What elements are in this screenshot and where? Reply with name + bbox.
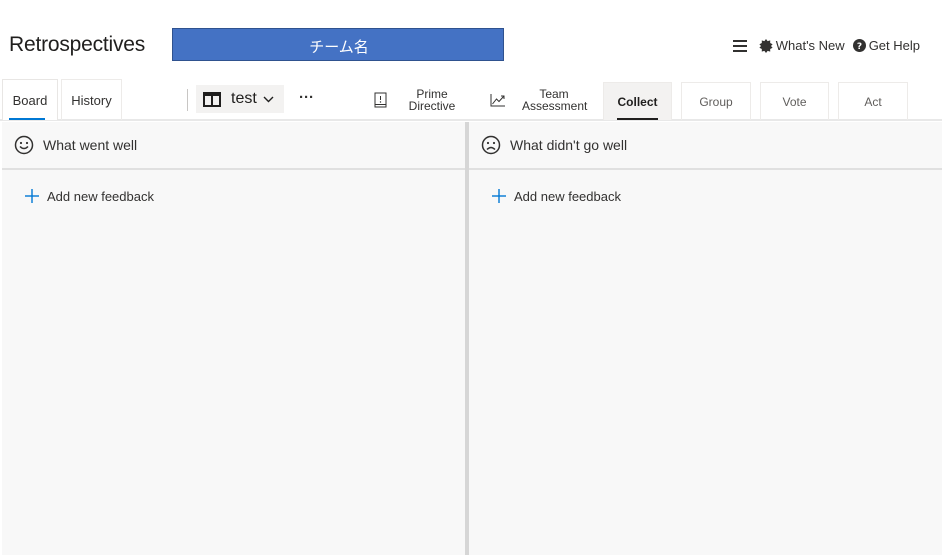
get-help-label: Get Help — [868, 38, 920, 53]
app-title: Retrospectives — [9, 33, 146, 56]
board-selector-value: test — [231, 90, 257, 107]
tab-history[interactable]: History — [61, 79, 122, 120]
prime-directive-label: Prime Directive — [407, 88, 457, 112]
frown-icon — [481, 135, 501, 155]
svg-text:?: ? — [857, 42, 862, 52]
book-icon — [374, 92, 387, 108]
team-name-bar[interactable]: チーム名 — [172, 28, 504, 61]
phase-act-tab[interactable]: Act — [838, 82, 908, 120]
phase-vote-label: Vote — [782, 94, 807, 109]
team-assessment-button[interactable]: Team Assessment — [490, 84, 588, 116]
more-options-button[interactable]: ··· — [299, 89, 314, 106]
gift-icon — [759, 38, 773, 53]
column-title: What didn't go well — [510, 137, 628, 153]
plus-icon — [25, 189, 39, 203]
board-selector-dropdown[interactable]: test — [196, 85, 284, 113]
tab-history-label: History — [71, 92, 112, 108]
team-name-label: チーム名 — [309, 38, 369, 56]
column-header: What didn't go well — [469, 122, 942, 170]
header-actions: What's New ? Get Help — [732, 38, 920, 53]
feedback-columns: What went well Add new feedback What did… — [2, 122, 942, 555]
column-header: What went well — [2, 122, 465, 170]
phase-group-tab[interactable]: Group — [681, 82, 751, 120]
phase-act-label: Act — [864, 94, 882, 109]
phase-collect-label: Collect — [617, 94, 658, 109]
column-title: What went well — [43, 137, 138, 153]
add-feedback-button[interactable]: Add new feedback — [491, 188, 631, 204]
prime-directive-button[interactable]: Prime Directive — [374, 84, 457, 116]
title-bar: Retrospectives チーム名 What's New ? Get Hel… — [0, 0, 942, 78]
tab-board-label: Board — [12, 92, 48, 108]
whats-new-link[interactable]: What's New — [759, 38, 845, 53]
toolbar: Board History test ··· Prime Directive T… — [0, 78, 942, 121]
add-feedback-button[interactable]: Add new feedback — [24, 188, 164, 204]
board-layout-icon — [203, 91, 221, 107]
add-feedback-label: Add new feedback — [47, 188, 154, 204]
tab-board[interactable]: Board — [2, 79, 58, 120]
phase-group-label: Group — [699, 94, 733, 109]
hamburger-menu-icon[interactable] — [732, 39, 747, 52]
plus-icon — [492, 189, 506, 203]
chevron-down-icon — [263, 96, 274, 102]
chart-line-icon — [490, 94, 505, 107]
prime-directive-line2: Directive — [408, 99, 456, 113]
add-feedback-label: Add new feedback — [514, 188, 621, 204]
get-help-link[interactable]: ? Get Help — [852, 38, 920, 53]
team-assessment-line2: Assessment — [522, 99, 588, 113]
phase-collect-tab[interactable]: Collect — [603, 82, 672, 120]
phase-vote-tab[interactable]: Vote — [760, 82, 829, 120]
team-assessment-label: Team Assessment — [522, 88, 588, 113]
column-didnt-go-well: What didn't go well Add new feedback — [469, 122, 942, 555]
smile-icon — [14, 135, 34, 155]
column-went-well: What went well Add new feedback — [2, 122, 465, 555]
help-icon: ? — [852, 39, 866, 52]
toolbar-divider — [187, 89, 188, 111]
whats-new-label: What's New — [775, 38, 845, 53]
